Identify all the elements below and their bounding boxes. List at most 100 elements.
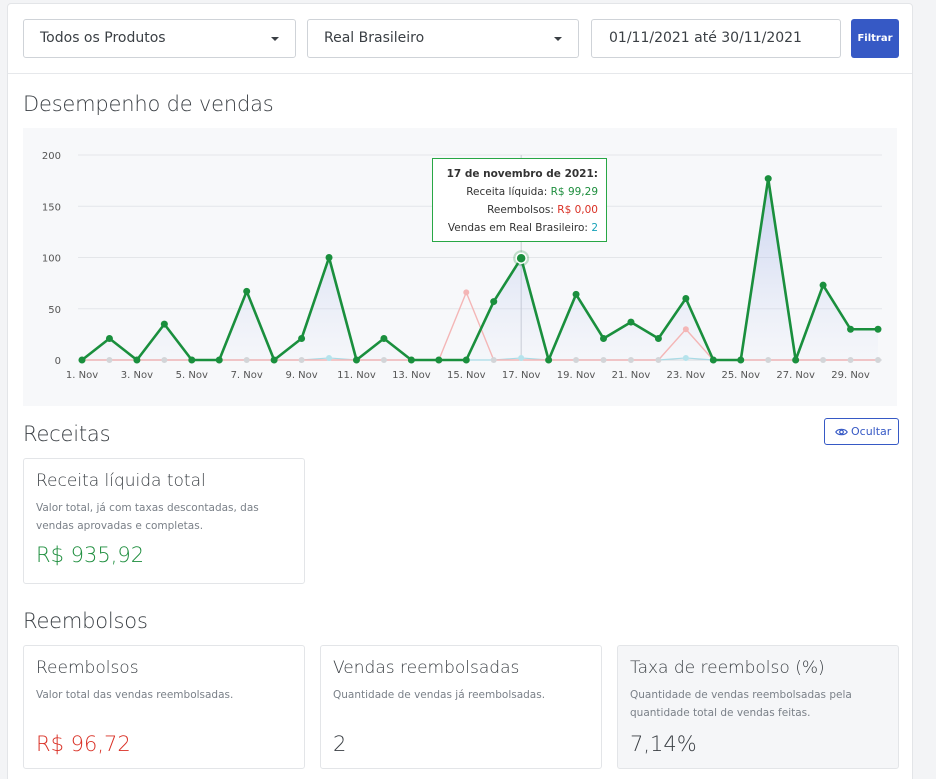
y-tick-label: 0 [55,356,61,367]
sales-point [600,357,607,363]
filter-bar: Todos os Produtos Real Brasileiro 01/11/… [8,4,912,74]
net-revenue-point [407,356,415,364]
refunds-value: R$ 96,72 [36,732,131,756]
refunded-sales-value: 2 [333,732,347,756]
currency-select[interactable]: Real Brasileiro [307,19,579,58]
sales-point [298,357,305,363]
y-tick-label: 200 [42,151,61,162]
sales-point [161,357,168,363]
tooltip-refunds-label: Reembolsos: [487,204,554,216]
net-revenue-point [654,334,662,342]
net-revenue-point [627,318,635,326]
currency-select-value: Real Brasileiro [324,30,425,46]
sales-point [573,357,580,363]
y-tick-label: 100 [42,254,61,265]
refunded-sales-card: Vendas reembolsadas Quantidade de vendas… [320,645,602,769]
net-revenue-point [352,356,360,364]
performance-title: Desempenho de vendas [23,92,274,116]
net-revenue-point [243,287,251,295]
revenue-title: Receitas [23,422,111,446]
net-revenue-value: R$ 935,92 [36,543,145,567]
refund-point [682,326,689,333]
tooltip-sales-row: Vendas em Real Brasileiro: 2 [439,219,598,237]
net-revenue-point [160,320,168,328]
sales-point [326,354,333,361]
net-revenue-point [435,356,443,364]
net-revenue-point [572,290,580,298]
net-revenue-point [462,356,470,364]
net-revenue-point [380,334,388,342]
x-tick-label: 21. Nov [612,370,651,381]
refunds-card: Reembolsos Valor total das vendas reembo… [23,645,305,769]
net-revenue-point [545,356,553,364]
net-revenue-point [819,281,827,289]
refund-point [463,289,470,296]
filter-button[interactable]: Filtrar [851,19,899,58]
product-select[interactable]: Todos os Produtos [23,19,296,58]
x-tick-label: 3. Nov [121,370,153,381]
tooltip-sales-label: Vendas em Real Brasileiro: [447,222,588,234]
highlight-point [515,252,527,264]
sales-point [847,357,854,363]
chart-tooltip: 17 de novembro de 2021: Receita líquida:… [432,158,607,242]
net-revenue-point [764,175,772,183]
net-revenue-point [188,356,196,364]
card-description: Quantidade de vendas já reembolsadas. [333,689,546,701]
net-revenue-point [490,298,498,306]
sales-point [655,357,662,363]
tooltip-sales-value: 2 [591,222,598,234]
net-revenue-point [133,356,141,364]
sales-point [106,357,113,363]
card-title: Vendas reembolsadas [333,658,520,678]
x-tick-label: 25. Nov [721,370,760,381]
date-range-input[interactable]: 01/11/2021 até 30/11/2021 [591,19,841,58]
refund-rate-value: 7,14% [630,732,697,756]
chevron-down-icon [554,37,562,41]
refund-rate-card: Taxa de reembolso (%) Quantidade de vend… [617,645,899,769]
product-select-value: Todos os Produtos [40,30,166,46]
hide-revenue-button[interactable]: Ocultar [824,418,899,445]
sales-point [627,357,634,363]
x-tick-label: 19. Nov [557,370,596,381]
tooltip-net-value: R$ 99,29 [550,186,598,198]
tooltip-net-row: Receita líquida: R$ 99,29 [439,183,598,201]
x-tick-label: 15. Nov [447,370,486,381]
tooltip-refunds-row: Reembolsos: R$ 0,00 [439,201,598,219]
card-title: Taxa de reembolso (%) [630,658,825,678]
hide-button-label: Ocultar [851,425,892,438]
sales-point [682,354,689,361]
chevron-down-icon [271,37,279,41]
net-revenue-point [325,254,333,261]
net-revenue-point [78,356,86,364]
x-tick-label: 29. Nov [831,370,870,381]
x-tick-label: 5. Nov [176,370,208,381]
tooltip-refunds-value: R$ 0,00 [557,204,598,216]
card-title: Receita líquida total [36,471,206,491]
sales-point [765,357,772,363]
dashboard-panel: Todos os Produtos Real Brasileiro 01/11/… [7,3,913,779]
net-revenue-point [215,356,223,364]
eye-icon [835,428,848,436]
x-tick-label: 11. Nov [337,370,376,381]
sales-point [875,357,881,363]
sales-point [243,357,250,363]
x-tick-label: 13. Nov [392,370,431,381]
sales-point [380,357,387,363]
sales-point [518,354,525,361]
refunds-title: Reembolsos [23,609,148,633]
net-revenue-point [682,295,690,302]
card-description: Valor total, já com taxas descontadas, d… [36,502,259,532]
net-revenue-point [709,356,717,364]
net-revenue-point [737,356,745,364]
tooltip-net-label: Receita líquida: [466,186,548,198]
y-tick-label: 150 [42,202,61,213]
x-tick-label: 17. Nov [502,370,541,381]
x-tick-label: 7. Nov [231,370,263,381]
card-title: Reembolsos [36,658,139,678]
card-description: Quantidade de vendas reembolsadas pela q… [630,689,852,719]
net-revenue-point [600,334,608,342]
sales-point [820,357,827,363]
sales-chart: 0 50 100 150 200 1. Nov 3. Nov 5. Nov 7. Nov 9. N… [23,128,897,406]
net-revenue-point [270,356,278,364]
net-revenue-point [105,334,113,342]
